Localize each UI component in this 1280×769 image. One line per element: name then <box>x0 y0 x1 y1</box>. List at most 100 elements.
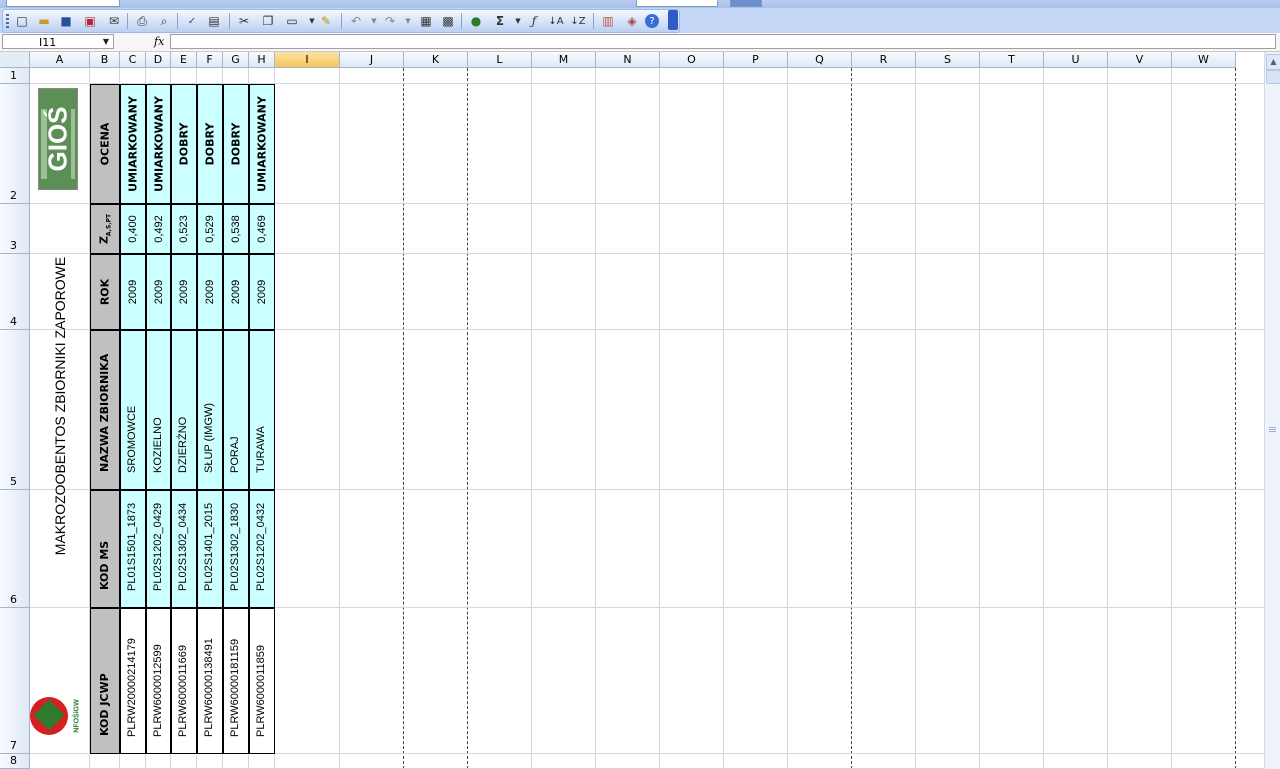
scroll-thumb[interactable] <box>1266 70 1280 84</box>
data-cell-ocena[interactable]: UMIARKOWANY <box>146 84 171 204</box>
column-header-i[interactable]: I <box>275 52 340 68</box>
data-cell-kod-ms[interactable]: PL02S1302_1830 <box>223 490 249 608</box>
select-all-corner[interactable] <box>0 52 30 68</box>
redo-dropdown-icon[interactable]: ▼ <box>399 12 417 30</box>
data-cell-kod-jcwp[interactable]: PLRW600001185​9 <box>249 608 275 754</box>
row-header-4[interactable]: 4 <box>0 254 30 330</box>
data-cell-rok[interactable]: 2009 <box>197 254 223 330</box>
data-cell-ocena[interactable]: DOBRY <box>171 84 197 204</box>
data-cell-z[interactable]: 0,400 <box>120 204 146 254</box>
data-cell-nazwa[interactable]: SŁUP (IMGW) <box>197 330 223 490</box>
hyperlink-icon[interactable]: ● <box>467 12 485 30</box>
undo-icon[interactable]: ↶ <box>347 12 365 30</box>
column-header-o[interactable]: O <box>660 52 724 68</box>
data-cell-kod-jcwp[interactable]: PLRW60000138491 <box>197 608 223 754</box>
data-cell-kod-ms[interactable]: PL02S1202_0432 <box>249 490 275 608</box>
data-cell-kod-jcwp[interactable]: PLRW600001259​9 <box>146 608 171 754</box>
column-header-s[interactable]: S <box>916 52 980 68</box>
data-cell-nazwa[interactable]: KOZIELNO <box>146 330 171 490</box>
column-header-p[interactable]: P <box>724 52 788 68</box>
data-cell-nazwa[interactable]: SROMOWCE <box>120 330 146 490</box>
email-icon[interactable]: ✉ <box>105 12 123 30</box>
save-icon[interactable]: ■ <box>57 12 75 30</box>
row-header-3[interactable]: 3 <box>0 204 30 254</box>
data-cell-nazwa[interactable]: DZIERŻNO <box>171 330 197 490</box>
column-header-t[interactable]: T <box>980 52 1044 68</box>
insert-function-icon[interactable]: ƒ <box>525 12 543 30</box>
header-cell-kod-ms[interactable]: KOD MS <box>90 490 120 608</box>
toolbar-grip[interactable] <box>6 14 9 28</box>
row-header-6[interactable]: 6 <box>0 490 30 608</box>
data-cell-kod-ms[interactable]: PL02S1302_0434 <box>171 490 197 608</box>
row-header-5[interactable]: 5 <box>0 330 30 490</box>
data-cell-z[interactable]: 0,492 <box>146 204 171 254</box>
header-cell-z[interactable]: ZA,S,PT <box>90 204 120 254</box>
sort-ascending-icon[interactable]: ↓A <box>547 12 565 30</box>
data-cell-ocena[interactable]: DOBRY <box>223 84 249 204</box>
column-header-f[interactable]: F <box>197 52 223 68</box>
copy-icon[interactable]: ❐ <box>259 12 277 30</box>
chart-wizard-icon[interactable]: ▥ <box>599 12 617 30</box>
data-cell-kod-ms[interactable]: PL02S1202_0429 <box>146 490 171 608</box>
column-header-b[interactable]: B <box>90 52 120 68</box>
column-header-v[interactable]: V <box>1108 52 1172 68</box>
data-cell-rok[interactable]: 2009 <box>171 254 197 330</box>
permission-icon[interactable]: ▣ <box>81 12 99 30</box>
data-cell-ocena[interactable]: DOBRY <box>197 84 223 204</box>
paste-icon[interactable]: ▭ <box>283 12 301 30</box>
data-cell-kod-jcwp[interactable]: PLRW600001166​9 <box>171 608 197 754</box>
vertical-scrollbar[interactable]: ▲ <box>1264 52 1280 769</box>
column-header-q[interactable]: Q <box>788 52 852 68</box>
data-cell-rok[interactable]: 2009 <box>146 254 171 330</box>
column-header-k[interactable]: K <box>404 52 468 68</box>
column-header-w[interactable]: W <box>1172 52 1236 68</box>
data-cell-kod-jcwp[interactable]: PLRW60000181159 <box>223 608 249 754</box>
cut-icon[interactable]: ✂ <box>235 12 253 30</box>
column-header-n[interactable]: N <box>596 52 660 68</box>
chevron-down-icon[interactable]: ▼ <box>99 35 113 48</box>
row-header-8[interactable]: 8 <box>0 754 30 769</box>
spreadsheet-grid[interactable]: A B C D E F G H I J K L M N O P Q R S T U V W 1 2 3 4 5 6 7 8 ▲ OCENA ZA,… <box>0 52 1280 769</box>
data-cell-rok[interactable]: 2009 <box>249 254 275 330</box>
data-cell-z[interactable]: 0,469 <box>249 204 275 254</box>
research-icon[interactable]: ▤ <box>205 12 223 30</box>
autosum-icon[interactable]: Σ <box>491 12 509 30</box>
insert-function-label[interactable]: fx <box>154 35 164 48</box>
open-icon[interactable]: ▬ <box>35 12 53 30</box>
data-cell-z[interactable]: 0,538 <box>223 204 249 254</box>
column-header-u[interactable]: U <box>1044 52 1108 68</box>
header-cell-ocena[interactable]: OCENA <box>90 84 120 204</box>
column-header-e[interactable]: E <box>171 52 197 68</box>
toolbar-options-button[interactable] <box>668 10 678 30</box>
data-cell-z[interactable]: 0,523 <box>171 204 197 254</box>
data-cell-nazwa[interactable]: PORAJ <box>223 330 249 490</box>
data-cell-ocena[interactable]: UMIARKOWANY <box>249 84 275 204</box>
data-cell-kod-ms[interactable]: PL02S1401_2015 <box>197 490 223 608</box>
data-cell-rok[interactable]: 2009 <box>120 254 146 330</box>
column-header-c[interactable]: C <box>120 52 146 68</box>
column-header-d[interactable]: D <box>146 52 171 68</box>
scroll-up-icon[interactable]: ▲ <box>1266 54 1280 70</box>
column-header-g[interactable]: G <box>223 52 249 68</box>
header-cell-rok[interactable]: ROK <box>90 254 120 330</box>
sort-descending-icon[interactable]: ↓Z <box>569 12 587 30</box>
column-header-m[interactable]: M <box>532 52 596 68</box>
protect-sharing-icon[interactable]: ▩ <box>439 12 457 30</box>
format-painter-icon[interactable]: ✎ <box>317 12 335 30</box>
row-header-1[interactable]: 1 <box>0 68 30 84</box>
column-header-r[interactable]: R <box>852 52 916 68</box>
data-cell-rok[interactable]: 2009 <box>223 254 249 330</box>
name-box[interactable]: I11 ▼ <box>2 34 114 49</box>
column-header-a[interactable]: A <box>30 52 90 68</box>
row-header-7[interactable]: 7 <box>0 608 30 754</box>
data-cell-kod-ms[interactable]: PL01S1501_1873 <box>120 490 146 608</box>
formula-input[interactable] <box>170 34 1276 49</box>
redo-icon[interactable]: ↷ <box>381 12 399 30</box>
data-cell-ocena[interactable]: UMIARKOWANY <box>120 84 146 204</box>
new-icon[interactable]: □ <box>13 12 31 30</box>
spelling-icon[interactable]: ✓ <box>183 12 201 30</box>
header-cell-nazwa[interactable]: NAZWA ZBIORNIKA <box>90 330 120 490</box>
help-icon[interactable]: ? <box>645 14 659 28</box>
print-icon[interactable]: ⎙ <box>133 12 151 30</box>
data-cell-z[interactable]: 0,529 <box>197 204 223 254</box>
